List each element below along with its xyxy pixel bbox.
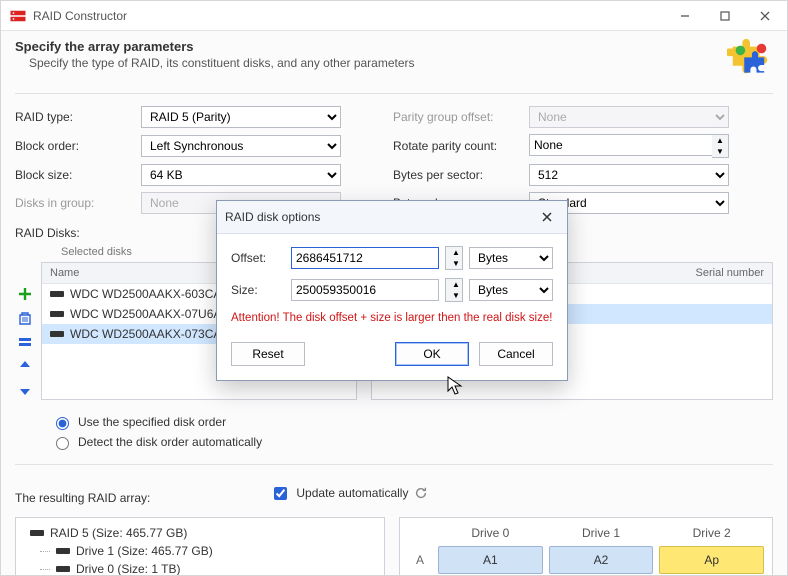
offset-step-down-button[interactable]: ▼ <box>446 258 462 269</box>
resulting-array-label: The resulting RAID array: <box>15 491 150 505</box>
cancel-button[interactable]: Cancel <box>479 342 553 366</box>
page-header: Specify the array parameters Specify the… <box>15 37 773 83</box>
tree-root[interactable]: RAID 5 (Size: 465.77 GB) <box>22 524 378 542</box>
raid-tree[interactable]: RAID 5 (Size: 465.77 GB) Drive 1 (Size: … <box>15 517 385 575</box>
app-icon <box>9 7 27 25</box>
offset-unit-select[interactable]: Bytes <box>469 247 553 269</box>
raid-type-label: RAID type: <box>15 110 135 124</box>
move-up-icon[interactable] <box>15 356 35 376</box>
dialog-close-button[interactable] <box>535 207 559 227</box>
tree-label: Drive 0 (Size: 1 TB) <box>76 562 180 575</box>
page-subtitle: Specify the type of RAID, its constituen… <box>29 56 717 70</box>
disk-icon <box>56 548 70 554</box>
dialog-title: RAID disk options <box>225 210 535 224</box>
raid-disk-options-dialog: RAID disk options Offset: ▲ ▼ Bytes Size… <box>216 200 568 381</box>
disk-name: WDC WD2500AAKX-07U6AA0 <box>70 307 236 321</box>
block-size-label: Block size: <box>15 168 135 182</box>
tree-item[interactable]: Drive 0 (Size: 1 TB) <box>22 560 378 575</box>
parity-group-offset-select: None <box>529 106 729 128</box>
result-area: RAID 5 (Size: 465.77 GB) Drive 1 (Size: … <box>15 517 773 575</box>
size-field[interactable] <box>291 279 439 301</box>
dialog-titlebar: RAID disk options <box>217 201 567 234</box>
radio-label: Detect the disk order automatically <box>78 435 262 449</box>
stepper-up-button[interactable]: ▲ <box>712 135 728 146</box>
size-step-down-button[interactable]: ▼ <box>446 290 462 301</box>
disk-icon <box>50 291 64 297</box>
map-cell-parity: Ap <box>659 546 764 574</box>
puzzle-icon <box>727 37 773 83</box>
block-order-label: Block order: <box>15 139 135 153</box>
map-row-label: A <box>408 553 432 567</box>
disk-options-icon[interactable] <box>15 332 35 352</box>
disk-icon <box>50 331 64 337</box>
disk-icon <box>50 311 64 317</box>
window-close-button[interactable] <box>745 2 785 30</box>
offset-step-up-button[interactable]: ▲ <box>446 247 462 258</box>
warning-text: Attention! The disk offset + size is lar… <box>231 312 553 324</box>
rotate-parity-count-stepper[interactable]: ▲▼ <box>529 134 729 158</box>
map-cell: A1 <box>438 546 543 574</box>
refresh-icon[interactable] <box>414 486 428 500</box>
size-step-up-button[interactable]: ▲ <box>446 279 462 290</box>
size-label: Size: <box>231 283 285 297</box>
parameter-form: RAID type: RAID 5 (Parity) Parity group … <box>15 106 773 214</box>
disk-tool-column <box>15 262 35 400</box>
offset-label: Offset: <box>231 251 285 265</box>
tree-label: Drive 1 (Size: 465.77 GB) <box>76 544 213 558</box>
move-down-icon[interactable] <box>15 380 35 400</box>
add-disk-icon[interactable] <box>15 284 35 304</box>
map-cell: A2 <box>549 546 654 574</box>
serial-column-header: Serial number <box>688 263 772 283</box>
parity-group-offset-label: Parity group offset: <box>393 110 523 124</box>
page-title: Specify the array parameters <box>15 39 717 54</box>
tree-item[interactable]: Drive 1 (Size: 465.77 GB) <box>22 542 378 560</box>
checkbox-label: Update automatically <box>296 486 408 500</box>
disk-icon <box>56 566 70 572</box>
divider <box>15 93 773 94</box>
name-column-header: Name <box>42 263 87 283</box>
bytes-per-sector-select[interactable]: 512 <box>529 164 729 186</box>
rotate-parity-count-field[interactable] <box>529 134 712 156</box>
titlebar: RAID Constructor <box>1 1 787 31</box>
disks-in-group-label: Disks in group: <box>15 196 135 210</box>
size-unit-select[interactable]: Bytes <box>469 279 553 301</box>
map-header: Drive 1 <box>549 526 654 540</box>
detect-order-auto-radio[interactable]: Detect the disk order automatically <box>51 434 773 450</box>
block-size-select[interactable]: 64 KB <box>141 164 341 186</box>
remove-disk-icon[interactable] <box>15 308 35 328</box>
raid-block-map: Drive 0 Drive 1 Drive 2 A A1 A2 Ap B B2 … <box>399 517 773 575</box>
use-specified-order-radio[interactable]: Use the specified disk order <box>51 414 773 430</box>
block-order-select[interactable]: Left Synchronous <box>141 135 341 157</box>
rotate-parity-count-label: Rotate parity count: <box>393 139 523 153</box>
window-maximize-button[interactable] <box>705 2 745 30</box>
map-header: Drive 0 <box>438 526 543 540</box>
update-automatically-checkbox[interactable]: Update automatically <box>270 484 428 503</box>
raid-icon <box>30 530 44 536</box>
disk-name: WDC WD2500AAKX-073CA1 <box>70 327 228 341</box>
window-title: RAID Constructor <box>33 9 665 23</box>
offset-field[interactable] <box>291 247 439 269</box>
map-header: Drive 2 <box>659 526 764 540</box>
radio-label: Use the specified disk order <box>78 415 226 429</box>
stepper-down-button[interactable]: ▼ <box>712 146 728 157</box>
divider <box>15 464 773 465</box>
ok-button[interactable]: OK <box>395 342 469 366</box>
disk-name: WDC WD2500AAKX-603CA0 <box>70 287 228 301</box>
tree-label: RAID 5 (Size: 465.77 GB) <box>50 526 187 540</box>
raid-type-select[interactable]: RAID 5 (Parity) <box>141 106 341 128</box>
window-minimize-button[interactable] <box>665 2 705 30</box>
reset-button[interactable]: Reset <box>231 342 305 366</box>
bytes-per-sector-label: Bytes per sector: <box>393 168 523 182</box>
